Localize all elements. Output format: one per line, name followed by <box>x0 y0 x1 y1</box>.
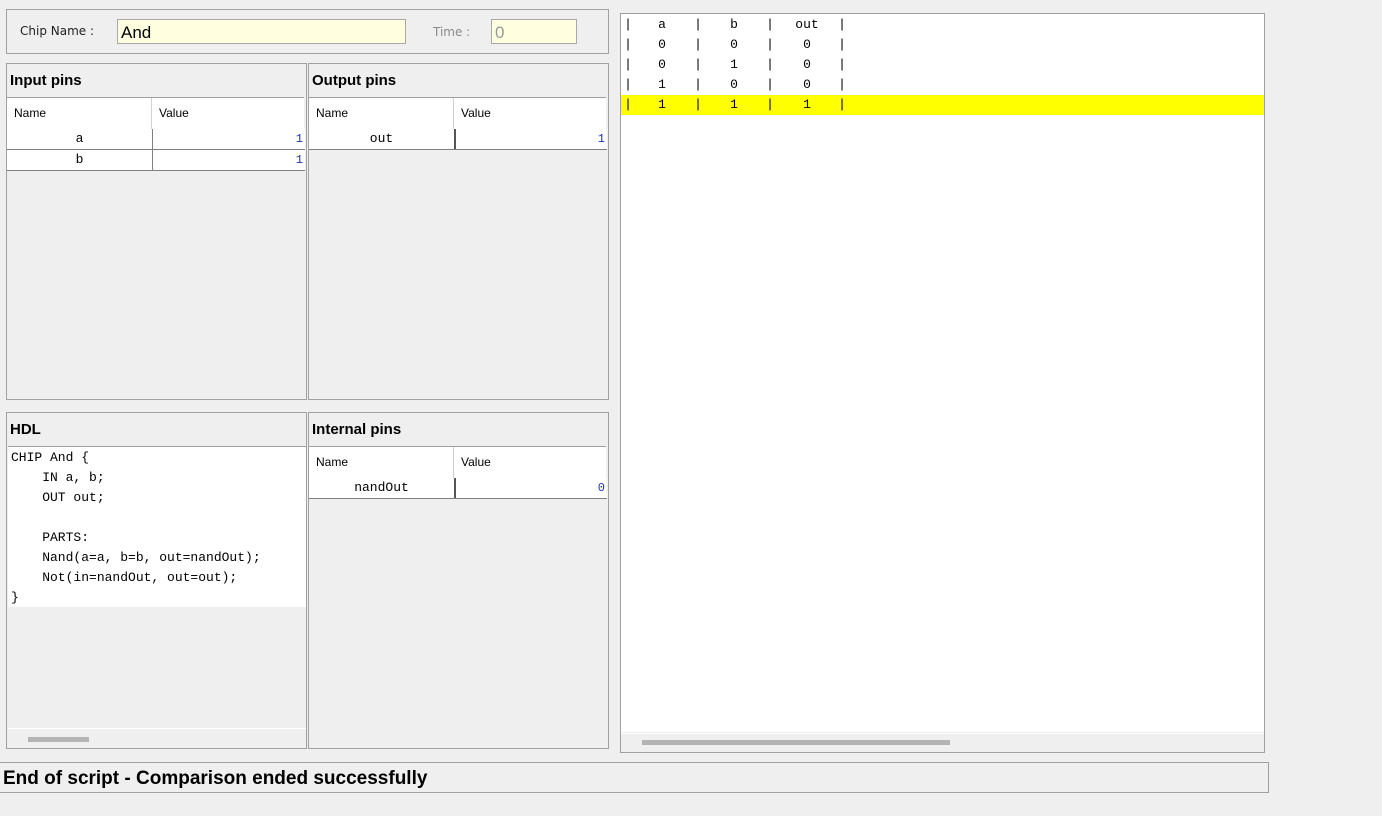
pin-name: out <box>369 131 394 146</box>
code-line: CHIP And { <box>11 450 90 465</box>
code-line: PARTS: <box>11 530 90 545</box>
output-cell: 1 <box>658 97 666 112</box>
hdl-source[interactable]: CHIP And { IN a, b; OUT out; PARTS: Nand… <box>8 446 306 607</box>
code-line: IN a, b; <box>11 470 105 485</box>
compare-output-panel: | a | b | out | | 0 | 0 | 0 | | 0 | 1 | … <box>620 13 1265 753</box>
column-separator: | <box>766 77 774 92</box>
code-line: Not(in=nandOut, out=out); <box>11 570 238 585</box>
output-pins-title: Output pins <box>312 72 397 89</box>
output-cell: 1 <box>730 57 738 72</box>
column-separator: | <box>624 57 632 72</box>
column-header-name[interactable]: Name <box>309 98 454 129</box>
chip-name-label: Chip Name : <box>20 24 95 38</box>
pin-value[interactable]: 0 <box>454 478 607 498</box>
column-separator: | <box>838 37 846 52</box>
column-separator: | <box>624 17 632 32</box>
output-cell: 1 <box>803 97 811 112</box>
column-separator: | <box>838 17 846 32</box>
column-separator: | <box>694 97 702 112</box>
internal-pins-title: Internal pins <box>312 421 402 438</box>
output-col-a: a <box>658 17 666 32</box>
input-pins-header: Name Value <box>7 97 304 129</box>
compare-output-table[interactable]: | a | b | out | | 0 | 0 | 0 | | 0 | 1 | … <box>621 14 1264 732</box>
output-hscrollbar[interactable] <box>621 733 1264 752</box>
status-bar: End of script - Comparison ended success… <box>0 762 1269 793</box>
column-header-value[interactable]: Value <box>454 98 606 129</box>
pin-name: a <box>75 131 84 146</box>
output-cell: 0 <box>803 77 811 92</box>
output-cell: 0 <box>803 57 811 72</box>
code-line: OUT out; <box>11 490 105 505</box>
pin-value[interactable]: 1 <box>454 129 607 149</box>
output-header-row: | a | b | out | <box>621 15 1264 35</box>
column-separator: | <box>624 37 632 52</box>
output-row: | 1 | 0 | 0 | <box>621 75 1264 95</box>
hdl-title: HDL <box>10 421 41 438</box>
internal-pins-panel: Internal pins Name Value nandOut 0 <box>308 412 609 749</box>
time-field[interactable]: 0 <box>491 19 577 44</box>
table-row[interactable]: b 1 <box>7 149 305 171</box>
output-cell: 0 <box>658 37 666 52</box>
output-cell: 1 <box>730 97 738 112</box>
column-separator: | <box>694 77 702 92</box>
column-separator: | <box>694 37 702 52</box>
pin-name: b <box>75 152 84 167</box>
column-separator: | <box>624 77 632 92</box>
time-label: Time : <box>433 25 471 39</box>
table-row[interactable]: a 1 <box>7 129 305 150</box>
internal-pins-header: Name Value <box>309 446 606 478</box>
output-cell: 0 <box>803 37 811 52</box>
column-header-value[interactable]: Value <box>152 98 304 129</box>
output-row-highlighted: | 1 | 1 | 1 | <box>621 95 1264 115</box>
output-cell: 0 <box>730 77 738 92</box>
output-cell: 1 <box>658 77 666 92</box>
column-separator: | <box>694 57 702 72</box>
status-message: End of script - Comparison ended success… <box>3 768 428 789</box>
scroll-thumb[interactable] <box>642 740 950 745</box>
output-cell: 0 <box>658 57 666 72</box>
column-header-name[interactable]: Name <box>309 447 454 478</box>
hdl-panel: HDL CHIP And { IN a, b; OUT out; PARTS: … <box>6 412 307 749</box>
column-separator: | <box>838 57 846 72</box>
pin-value[interactable]: 1 <box>152 129 305 149</box>
pin-name: nandOut <box>354 480 409 495</box>
chip-name-bar: Chip Name : And Time : 0 <box>6 9 609 54</box>
input-pins-panel: Input pins Name Value a 1 b 1 <box>6 63 307 400</box>
column-separator: | <box>766 17 774 32</box>
column-header-name[interactable]: Name <box>7 98 152 129</box>
code-line: Nand(a=a, b=b, out=nandOut); <box>11 550 261 565</box>
pin-value[interactable]: 1 <box>152 150 305 170</box>
column-separator: | <box>694 17 702 32</box>
time-value: 0 <box>495 23 505 42</box>
input-pins-title: Input pins <box>10 72 82 89</box>
column-separator: | <box>838 77 846 92</box>
output-col-b: b <box>730 17 738 32</box>
chip-name-value: And <box>121 23 152 42</box>
column-separator: | <box>766 37 774 52</box>
column-separator: | <box>624 97 632 112</box>
output-row: | 0 | 1 | 0 | <box>621 55 1264 75</box>
output-pins-panel: Output pins Name Value out 1 <box>308 63 609 400</box>
column-separator: | <box>766 97 774 112</box>
table-row[interactable]: out 1 <box>309 129 607 150</box>
code-line: } <box>11 590 19 605</box>
output-pins-header: Name Value <box>309 97 606 129</box>
column-separator: | <box>838 97 846 112</box>
hdl-hscrollbar[interactable] <box>8 728 306 748</box>
output-row: | 0 | 0 | 0 | <box>621 35 1264 55</box>
column-header-value[interactable]: Value <box>454 447 606 478</box>
output-cell: 0 <box>730 37 738 52</box>
table-row[interactable]: nandOut 0 <box>309 478 607 499</box>
output-col-out: out <box>795 17 819 32</box>
column-separator: | <box>766 57 774 72</box>
scroll-thumb[interactable] <box>28 737 89 742</box>
chip-name-field[interactable]: And <box>117 19 406 44</box>
